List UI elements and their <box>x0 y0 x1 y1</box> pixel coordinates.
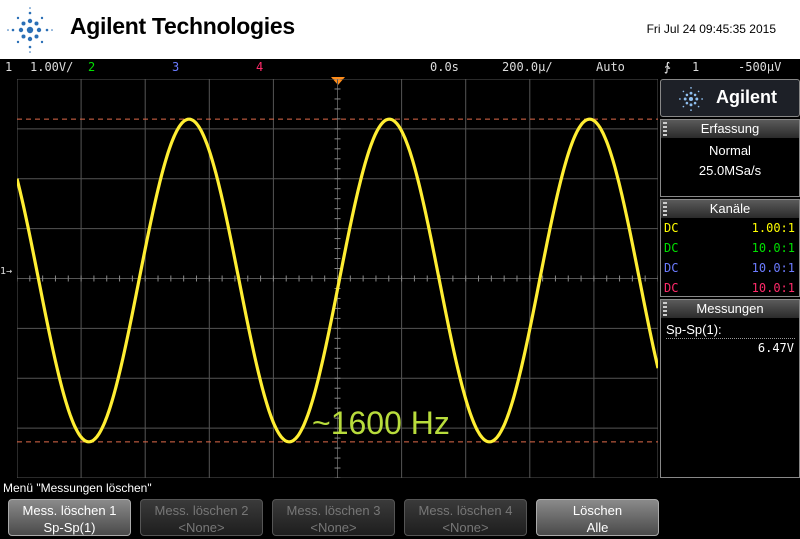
ch2-number[interactable]: 2 <box>88 60 95 74</box>
softkey-4[interactable]: Mess. löschen 4 <None> <box>404 499 527 536</box>
brand-title: Agilent Technologies <box>70 13 295 39</box>
ch4-number[interactable]: 4 <box>256 60 263 74</box>
softkey-value: Alle <box>586 520 609 535</box>
softkey-label: Löschen <box>572 503 623 518</box>
softkey-label: Mess. löschen 3 <box>286 503 381 518</box>
agilent-logo-text: Agilent <box>716 87 777 107</box>
channels-title: Kanäle <box>661 200 799 218</box>
time-scale[interactable]: 200.0µ/ <box>502 60 553 74</box>
softkey-value: <None> <box>178 520 225 535</box>
channel-probe-ratio: 10.0:1 <box>751 281 795 295</box>
time-delay[interactable]: 0.0s <box>430 60 459 74</box>
ch1-ground-marker[interactable]: 1→ <box>0 266 12 277</box>
measurement-label: Sp-Sp(1): <box>666 322 722 337</box>
channel-row-3[interactable]: DC 10.0:1 <box>661 258 799 278</box>
agilent-spark-logo-icon <box>7 7 53 53</box>
trigger-mode[interactable]: Auto <box>596 60 625 74</box>
datetime-display: Fri Jul 24 09:45:35 2015 <box>646 22 776 36</box>
trigger-edge-icon: ∱ <box>664 60 671 74</box>
trigger-source[interactable]: 1 <box>692 60 699 74</box>
ch3-number[interactable]: 3 <box>172 60 179 74</box>
side-panel: Agilent Erfassung Normal 25.0MSa/s Kanäl… <box>660 79 800 478</box>
channel-coupling: DC <box>664 281 679 295</box>
menu-title: Menü "Messungen löschen" <box>3 481 152 495</box>
acquisition-mode: Normal <box>709 143 751 158</box>
softkey-bar: Mess. löschen 1 Sp-Sp(1) Mess. löschen 2 <N… <box>0 496 800 539</box>
agilent-logo-box: Agilent <box>660 79 800 117</box>
agilent-spark-logo-icon <box>679 87 703 111</box>
channel-probe-ratio: 10.0:1 <box>751 241 795 255</box>
channel-row-2[interactable]: DC 10.0:1 <box>661 238 799 258</box>
softkey-value: <None> <box>442 520 489 535</box>
channel-coupling: DC <box>664 241 679 255</box>
softkey-label: Mess. löschen 2 <box>154 503 249 518</box>
softkey-2[interactable]: Mess. löschen 2 <None> <box>140 499 263 536</box>
channels-section[interactable]: Kanäle DC 1.00:1 DC 10.0:1 DC 10.0:1 DC 10.0:1 <box>660 199 800 297</box>
acquisition-title: Erfassung <box>661 120 799 138</box>
status-bar: 1 1.00V/ 2 3 4 0.0s 200.0µ/ Auto ∱ 1 -50… <box>0 59 800 78</box>
softkey-label: Mess. löschen 1 <box>22 503 117 518</box>
acquisition-section[interactable]: Erfassung Normal 25.0MSa/s <box>660 119 800 197</box>
channel-row-1[interactable]: DC 1.00:1 <box>661 218 799 238</box>
sample-rate: 25.0MSa/s <box>698 163 762 178</box>
channel-probe-ratio: 1.00:1 <box>751 221 795 235</box>
channel-probe-ratio: 10.0:1 <box>751 261 795 275</box>
trigger-level[interactable]: -500µV <box>738 60 781 74</box>
channel-row-4[interactable]: DC 10.0:1 <box>661 278 799 298</box>
measurement-value: 6.47V <box>757 341 794 355</box>
softkey-value: <None> <box>310 520 357 535</box>
softkey-5[interactable]: Löschen Alle <box>536 499 659 536</box>
ch1-scale[interactable]: 1.00V/ <box>30 60 73 74</box>
title-bar: Agilent Technologies Fri Jul 24 09:45:35… <box>0 0 800 59</box>
frequency-annotation: ~1600 Hz <box>312 405 450 441</box>
softkey-3[interactable]: Mess. löschen 3 <None> <box>272 499 395 536</box>
softkey-label: Mess. löschen 4 <box>418 503 513 518</box>
channel-coupling: DC <box>664 221 679 235</box>
waveform-display[interactable]: ~1600 Hz <box>17 79 658 478</box>
measurements-section[interactable]: Messungen Sp-Sp(1): 6.47V <box>660 299 800 478</box>
measurements-title: Messungen <box>661 300 799 318</box>
softkey-1[interactable]: Mess. löschen 1 Sp-Sp(1) <box>8 499 131 536</box>
softkey-value: Sp-Sp(1) <box>43 520 96 535</box>
channel-coupling: DC <box>664 261 679 275</box>
ch1-number[interactable]: 1 <box>5 60 12 74</box>
